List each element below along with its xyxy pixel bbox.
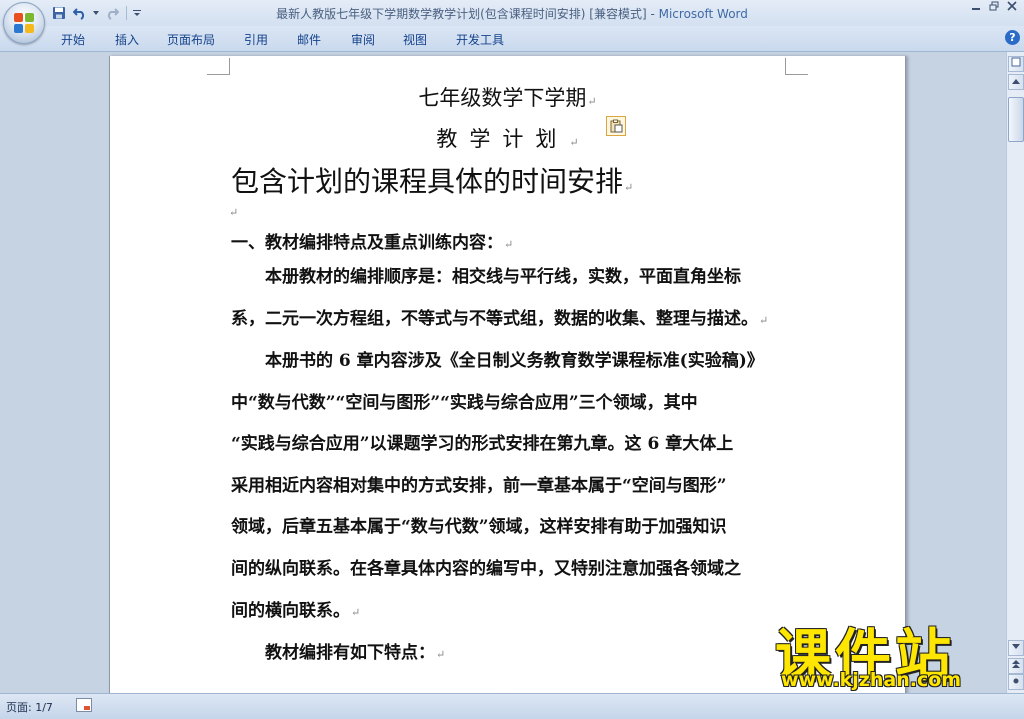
close-button[interactable]	[1004, 1, 1020, 15]
window-controls	[968, 1, 1020, 15]
restore-button[interactable]	[986, 1, 1002, 15]
paragraph-line: 本册书的 6 章内容涉及《全日制义务教育数学课程标准(实验稿)》	[265, 351, 764, 371]
document-title: 最新人教版七年级下学期数学教学计划(包含课程时间安排) [兼容模式]	[276, 7, 647, 21]
scroll-down-button[interactable]	[1008, 640, 1024, 656]
watermark: 课件站 www.kjzhan.com	[775, 617, 1005, 692]
paragraph-line: 采用相近内容相对集中的方式安排，前一章基本属于“空间与图形”	[231, 475, 727, 496]
ruler-toggle-icon[interactable]	[1008, 56, 1024, 72]
paragraph-3: 教材编排有如下特点：↵	[231, 633, 787, 675]
paragraph-mark: ↵	[587, 95, 597, 108]
help-icon[interactable]: ?	[1005, 30, 1020, 45]
status-bar: 页面: 1/7	[0, 693, 1024, 719]
vertical-scrollbar[interactable]	[1006, 52, 1024, 693]
tab-references[interactable]: 引用	[244, 31, 268, 48]
tab-insert[interactable]: 插入	[115, 31, 139, 48]
minimize-button[interactable]	[968, 1, 984, 15]
office-button[interactable]	[3, 2, 45, 44]
paragraph-line: “实践与综合应用”以课题学习的形式安排在第九章。这 6 章大体上	[231, 434, 734, 455]
paragraph-mark: ↵	[569, 136, 579, 149]
paragraph-line: 本册教材的编排顺序是：相交线与平行线，实数，平面直角坐标	[265, 267, 741, 287]
document-workspace: 七年级数学下学期↵ 教学计划↵ 包含计划的课程具体的时间安排↵ ↵ 一、教材编排…	[0, 52, 1006, 693]
paragraph-2: 本册书的 6 章内容涉及《全日制义务教育数学课程标准(实验稿)》 中“数与代数”…	[231, 341, 787, 632]
paragraph-line: 间的纵向联系。在各章具体内容的编写中，又特别注意加强各领域之	[231, 558, 741, 579]
paragraph-mark: ↵	[351, 605, 361, 619]
window-title: 最新人教版七年级下学期数学教学计划(包含课程时间安排) [兼容模式] - Mic…	[0, 5, 1024, 22]
empty-paragraph-mark: ↵	[229, 206, 239, 219]
paragraph-line: 教材编排有如下特点：↵	[265, 643, 446, 663]
page-number-status[interactable]: 页面: 1/7	[6, 699, 53, 715]
browse-object-button[interactable]	[1008, 674, 1024, 690]
office-logo-icon	[14, 13, 34, 33]
margin-corner-top-left	[207, 58, 230, 75]
tab-review[interactable]: 审阅	[351, 31, 375, 48]
tab-page-layout[interactable]: 页面布局	[167, 31, 215, 48]
section-heading: 一、教材编排特点及重点训练内容：↵	[231, 233, 514, 253]
tab-developer[interactable]: 开发工具	[456, 31, 504, 48]
paragraph-line: 中“数与代数”“空间与图形”“实践与综合应用”三个领域，其中	[231, 392, 698, 413]
document-page[interactable]: 七年级数学下学期↵ 教学计划↵ 包含计划的课程具体的时间安排↵ ↵ 一、教材编排…	[109, 56, 906, 693]
paragraph-mark: ↵	[624, 181, 634, 194]
tab-home[interactable]: 开始	[61, 31, 85, 48]
app-name: Microsoft Word	[658, 7, 748, 21]
margin-corner-top-right	[785, 58, 808, 75]
paragraph-line: 间的横向联系。↵	[231, 600, 361, 621]
tab-mailings[interactable]: 邮件	[297, 31, 321, 48]
title-separator: -	[646, 7, 659, 21]
doc-title-line1: 七年级数学下学期↵	[418, 86, 597, 110]
title-bar: 最新人教版七年级下学期数学教学计划(包含课程时间安排) [兼容模式] - Mic…	[0, 0, 1024, 26]
ribbon-tab-bar: 开始 插入 页面布局 引用 邮件 审阅 视图 开发工具 ?	[0, 26, 1024, 52]
paragraph-mark: ↵	[504, 238, 514, 251]
paragraph-1: 本册教材的编排顺序是：相交线与平行线，实数，平面直角坐标 系，二元一次方程组，不…	[231, 257, 787, 340]
paragraph-line: 领域，后章五基本属于“数与代数”领域，这样安排有助于加强知识	[231, 517, 727, 538]
paragraph-mark: ↵	[759, 313, 769, 327]
paragraph-mark: ↵	[436, 648, 446, 661]
paste-options-icon[interactable]	[606, 116, 626, 136]
watermark-url: www.kjzhan.com	[781, 669, 962, 691]
doc-title-line2: 教学计划↵	[436, 127, 579, 151]
tab-view[interactable]: 视图	[403, 31, 427, 48]
scrollbar-thumb[interactable]	[1008, 97, 1024, 142]
doc-subtitle: 包含计划的课程具体的时间安排↵	[231, 165, 634, 198]
previous-page-button[interactable]	[1008, 658, 1024, 674]
paragraph-line: 系，二元一次方程组，不等式与不等式组，数据的收集、整理与描述。↵	[231, 308, 769, 329]
scroll-up-button[interactable]	[1008, 74, 1024, 90]
proofing-icon[interactable]	[76, 698, 92, 712]
